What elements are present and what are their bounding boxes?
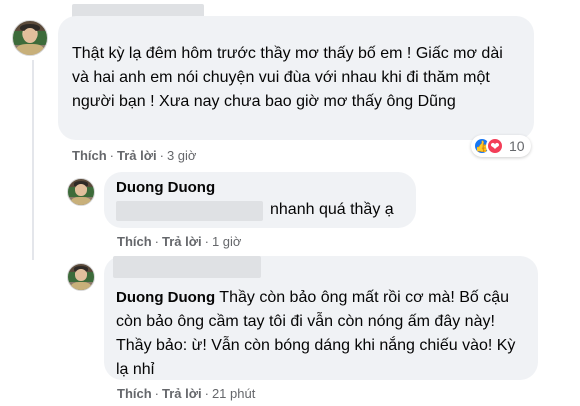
redacted-text [116, 201, 263, 221]
comment-actions: Thích · Trả lời · 3 giờ [72, 148, 197, 163]
reply-actions: Thích · Trả lời · 21 phút [117, 386, 256, 401]
love-icon: ❤ [486, 137, 504, 155]
reaction-count: 10 [509, 138, 525, 154]
reply-link[interactable]: Trả lời [162, 386, 202, 401]
reply-bubble: Duong Duong nhanh quá thầy ạ [104, 172, 416, 228]
avatar[interactable] [12, 20, 48, 56]
comment-bubble: Thật kỳ lạ đêm hôm trước thầy mơ thấy bố… [58, 16, 534, 140]
avatar[interactable] [67, 178, 95, 206]
timestamp[interactable]: 1 giờ [212, 234, 242, 249]
comment-text: Thật kỳ lạ đêm hôm trước thầy mơ thấy bố… [72, 45, 503, 110]
reply-author[interactable]: Duong Duong [116, 289, 215, 306]
like-link[interactable]: Thích [72, 148, 107, 163]
like-link[interactable]: Thích [117, 234, 152, 249]
reply-text: nhanh quá thầy ạ [270, 201, 394, 218]
reply-link[interactable]: Trả lời [117, 148, 157, 163]
like-link[interactable]: Thích [117, 386, 152, 401]
reactions-summary[interactable]: 👍 ❤ 10 [471, 135, 531, 157]
timestamp[interactable]: 21 phút [212, 386, 255, 401]
timestamp[interactable]: 3 giờ [167, 148, 197, 163]
avatar[interactable] [67, 263, 95, 291]
reply-link[interactable]: Trả lời [162, 234, 202, 249]
reply-author[interactable]: Duong Duong [116, 178, 404, 198]
reply-actions: Thích · Trả lời · 1 giờ [117, 234, 242, 249]
thread-line [32, 60, 34, 260]
redacted-author-name [113, 256, 261, 278]
